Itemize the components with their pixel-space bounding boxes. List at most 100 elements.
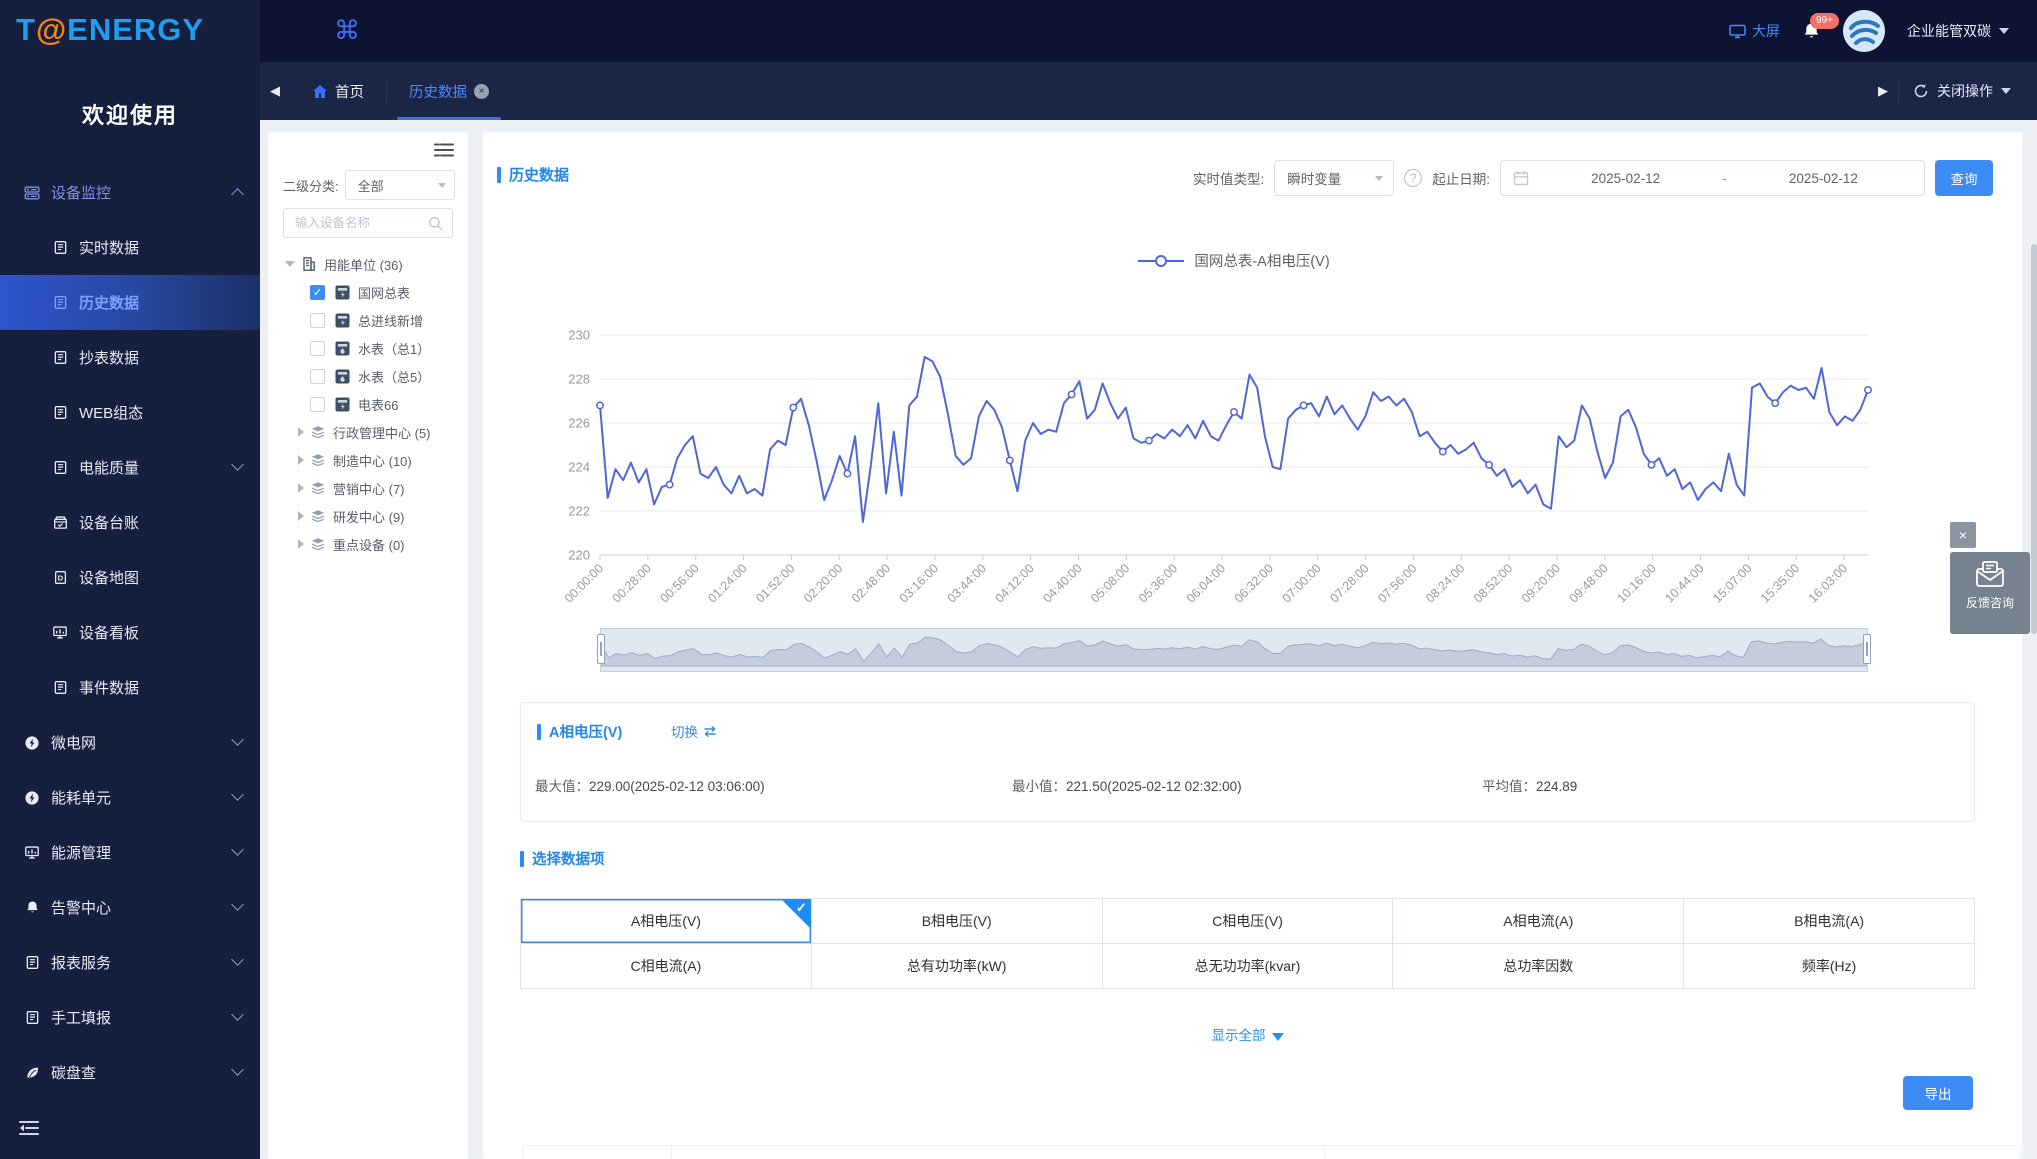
- tree-node[interactable]: 营销中心 (7): [268, 474, 468, 502]
- tab-history-data[interactable]: 历史数据 ×: [387, 62, 511, 120]
- device-ledger-icon: [52, 515, 68, 530]
- welcome-text: 欢迎使用: [0, 98, 260, 130]
- sidebar-item-label: 告警中心: [51, 897, 111, 918]
- big-screen-button[interactable]: 大屏: [1729, 21, 1780, 41]
- date-range-picker[interactable]: 2025-02-12 - 2025-02-12: [1500, 160, 1925, 196]
- x-axis-label: 16:03:00: [1806, 561, 1850, 605]
- org-switcher[interactable]: 企业能管双碳: [1907, 21, 2009, 41]
- scrollbar-thumb[interactable]: [2031, 244, 2037, 634]
- export-button[interactable]: 导出: [1903, 1076, 1973, 1110]
- page-scrollbar[interactable]: [2031, 120, 2037, 1159]
- tree-node[interactable]: ✓国网总表: [268, 278, 468, 306]
- tree-checkbox[interactable]: ✓: [310, 285, 325, 300]
- water-meter-icon: [334, 340, 351, 357]
- tree-checkbox[interactable]: [310, 341, 325, 356]
- switch-link[interactable]: 切换: [671, 721, 717, 741]
- chevron-down-icon: [231, 1063, 244, 1076]
- tabs-scroll-right[interactable]: ▶: [1868, 83, 1898, 99]
- sidebar-item-device-ledger[interactable]: 设备台账: [0, 495, 260, 550]
- app-logo: T@ENERGY: [16, 12, 204, 48]
- tabs-scroll-left[interactable]: ◀: [260, 83, 290, 99]
- data-item-cell[interactable]: 频率(Hz): [1684, 944, 1975, 989]
- sidebar-collapse-button[interactable]: [18, 1119, 40, 1137]
- chevron-down-icon: [231, 953, 244, 966]
- data-item-cell[interactable]: C相电流(A): [521, 944, 812, 989]
- tree-checkbox[interactable]: [310, 397, 325, 412]
- tab-home[interactable]: 首页: [290, 62, 386, 120]
- x-axis-label: 03:16:00: [897, 561, 941, 605]
- data-item-cell[interactable]: 总有功功率(kW): [812, 944, 1103, 989]
- avatar[interactable]: [1843, 10, 1885, 52]
- tree-node[interactable]: 水表（总5）: [268, 362, 468, 390]
- sidebar-item-device-monitoring[interactable]: 设备监控: [0, 165, 260, 220]
- data-item-cell[interactable]: C相电压(V): [1103, 899, 1394, 944]
- x-axis-label: 07:00:00: [1280, 561, 1324, 605]
- x-axis-label: 05:36:00: [1136, 561, 1180, 605]
- category-select[interactable]: 全部: [345, 170, 455, 200]
- caret-closed-icon[interactable]: [298, 427, 304, 437]
- monitor-icon: [1729, 23, 1746, 39]
- tree-node[interactable]: 电表66: [268, 390, 468, 418]
- tree-checkbox[interactable]: [310, 369, 325, 384]
- sidebar-item-event-data[interactable]: 事件数据: [0, 660, 260, 715]
- help-icon[interactable]: ?: [1404, 169, 1422, 187]
- notifications-button[interactable]: 99+: [1802, 22, 1821, 41]
- tree-node-label: 电表66: [358, 395, 398, 414]
- sidebar-item-power-quality[interactable]: 电能质量: [0, 440, 260, 495]
- caret-closed-icon[interactable]: [298, 539, 304, 549]
- sidebar-item-web-scada[interactable]: WEB组态: [0, 385, 260, 440]
- sidebar-item-meter-reading-data[interactable]: 抄表数据: [0, 330, 260, 385]
- data-item-cell[interactable]: A相电流(A): [1393, 899, 1684, 944]
- device-search[interactable]: [283, 208, 453, 238]
- caret-closed-icon[interactable]: [298, 483, 304, 493]
- datazoom-slider[interactable]: [600, 628, 1868, 672]
- sidebar-item-history-data[interactable]: 历史数据: [0, 275, 260, 330]
- feedback-widget[interactable]: 反馈咨询: [1950, 552, 2030, 634]
- sidebar-item-device-map[interactable]: D设备地图: [0, 550, 260, 605]
- tree-node[interactable]: 研发中心 (9): [268, 502, 468, 530]
- datazoom-left-handle[interactable]: [597, 634, 605, 664]
- tree-node[interactable]: 总进线新增: [268, 306, 468, 334]
- sidebar-item-energy-unit[interactable]: 能耗单元: [0, 770, 260, 825]
- notification-badge: 99+: [1810, 13, 1839, 29]
- caret-closed-icon[interactable]: [298, 511, 304, 521]
- apps-grid-icon[interactable]: ⌘: [334, 15, 360, 46]
- data-item-cell[interactable]: B相电流(A): [1684, 899, 1975, 944]
- query-button[interactable]: 查询: [1935, 160, 1993, 196]
- sidebar-item-realtime-data[interactable]: 实时数据: [0, 220, 260, 275]
- line-chart[interactable]: 23022822622422222000:00:0000:28:0000:56:…: [513, 272, 1943, 624]
- tree-node[interactable]: 重点设备 (0): [268, 530, 468, 558]
- caret-closed-icon[interactable]: [298, 455, 304, 465]
- feedback-close-button[interactable]: ×: [1950, 522, 1976, 548]
- tree-node-label: 研发中心 (9): [333, 507, 405, 526]
- sidebar-item-microgrid[interactable]: 微电网: [0, 715, 260, 770]
- data-item-cell[interactable]: B相电压(V): [812, 899, 1103, 944]
- close-operations-dropdown[interactable]: 关闭操作: [1899, 81, 2037, 101]
- datazoom-right-handle[interactable]: [1863, 634, 1871, 664]
- tree-node[interactable]: 行政管理中心 (5): [268, 418, 468, 446]
- history-data-icon: [52, 295, 68, 310]
- data-item-label: A相电压(V): [631, 911, 701, 931]
- date-end: 2025-02-12: [1735, 171, 1912, 186]
- x-axis-label: 15:35:00: [1758, 561, 1802, 605]
- sidebar-item-manual-entry[interactable]: 手工填报: [0, 990, 260, 1045]
- data-item-cell[interactable]: A相电压(V)✓: [521, 899, 812, 944]
- tree-node[interactable]: 用能单位 (36): [268, 250, 468, 278]
- tab-close-icon[interactable]: ×: [474, 84, 489, 99]
- value-type-select[interactable]: 瞬时变量: [1274, 160, 1394, 196]
- sidebar-item-report-service[interactable]: 报表服务: [0, 935, 260, 990]
- chart-legend[interactable]: 国网总表-A相电压(V): [600, 250, 1868, 272]
- caret-open-icon[interactable]: [285, 261, 295, 267]
- data-item-cell[interactable]: 总功率因数: [1393, 944, 1684, 989]
- tree-node[interactable]: 制造中心 (10): [268, 446, 468, 474]
- sidebar-item-device-kanban[interactable]: 设备看板: [0, 605, 260, 660]
- tree-collapse-icon[interactable]: [434, 142, 454, 158]
- tree-checkbox[interactable]: [310, 313, 325, 328]
- sidebar-item-alarm-center[interactable]: 告警中心: [0, 880, 260, 935]
- device-search-input[interactable]: [295, 216, 428, 230]
- sidebar-item-energy-management[interactable]: 能源管理: [0, 825, 260, 880]
- show-all-toggle[interactable]: 显示全部: [520, 1024, 1975, 1044]
- tree-node[interactable]: 水表（总1）: [268, 334, 468, 362]
- data-item-cell[interactable]: 总无功功率(kvar): [1103, 944, 1394, 989]
- sidebar-item-carbon-inventory[interactable]: 碳盘查: [0, 1045, 260, 1100]
